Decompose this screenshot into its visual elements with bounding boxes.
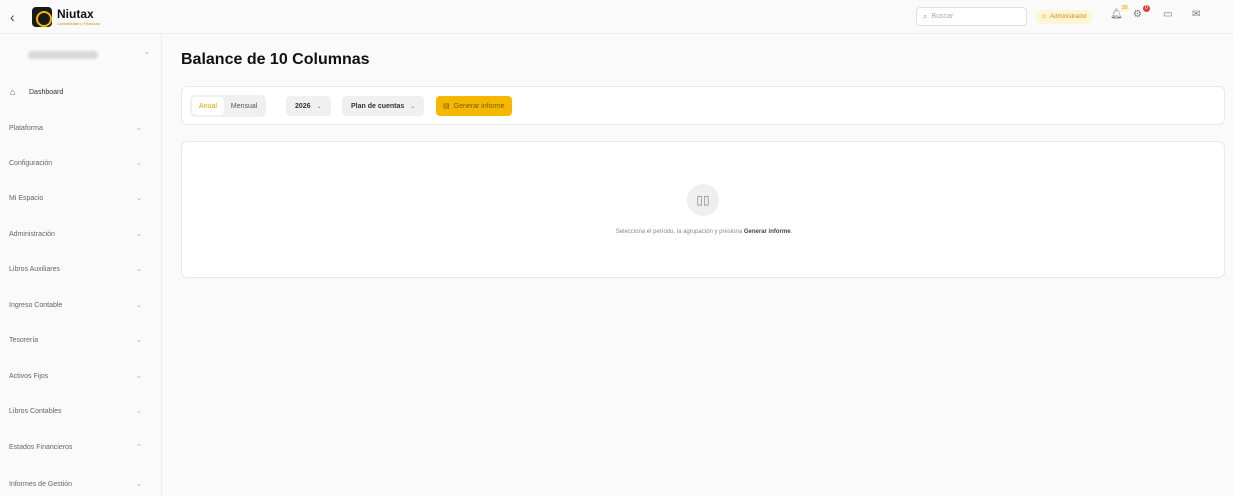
role-label: Administrador: [1050, 14, 1088, 20]
period-option-anual[interactable]: Anual: [192, 97, 224, 115]
sidebar-item-libros-auxiliares[interactable]: Libros Auxiliares ⌄: [0, 259, 162, 279]
sidebar-item-mi-espacio[interactable]: Mi Espacio ⌄: [0, 188, 162, 208]
sidebar-item-label: Administración: [9, 230, 55, 238]
plan-label: Plan de cuentas: [351, 102, 405, 110]
chevron-down-icon: ⌄: [136, 302, 142, 309]
chevron-down-icon: ⌄: [136, 373, 142, 380]
page-title: Balance de 10 Columnas: [181, 51, 370, 68]
alerts-badge: 0: [1143, 5, 1150, 12]
sidebar-item-label: Libros Auxiliares: [9, 265, 60, 273]
sidebar-item-activos-fijos[interactable]: Activos Fijos ⌄: [0, 366, 162, 386]
logo-icon: [32, 6, 52, 27]
empty-state-text: Selecciona el período, la agrupación y p…: [182, 229, 1226, 235]
sidebar-item-libros-contables[interactable]: Libros Contables ⌄: [0, 401, 162, 421]
role-badge[interactable]: ☺ Administrador: [1036, 10, 1093, 24]
period-option-mensual[interactable]: Mensual: [224, 97, 264, 115]
year-select[interactable]: 2026 ⌄: [286, 96, 331, 116]
chevron-down-icon: ⌄: [136, 231, 142, 238]
sidebar-item-dashboard[interactable]: ⌂ Dashboard: [0, 82, 162, 102]
chevron-down-icon: ⌄: [136, 160, 142, 167]
chevron-down-icon: ⌄: [136, 337, 142, 344]
sidebar-item-label: Ingreso Contable: [9, 301, 63, 309]
period-toggle: Anual Mensual: [190, 95, 267, 117]
brand-tagline: Contabilidad y Finanzas: [57, 20, 100, 26]
brand: Niutax Contabilidad y Finanzas: [57, 8, 100, 26]
search-input[interactable]: ⌕ Buscar: [916, 7, 1027, 26]
company-selector[interactable]: [28, 51, 98, 59]
chevron-down-icon: ⌄: [136, 408, 142, 415]
mail-icon[interactable]: ✉︎: [1192, 9, 1200, 20]
sidebar-item-label: Plataforma: [9, 124, 43, 132]
sidebar-item-label: Configuración: [9, 159, 53, 167]
empty-text-suffix: .: [790, 229, 793, 235]
generate-label: Generar informe: [453, 102, 505, 110]
sidebar-item-label: Libros Contables: [9, 407, 62, 415]
chevron-down-icon: ⌄: [136, 481, 142, 488]
chevron-down-icon: ⌄: [316, 103, 322, 110]
table-icon: ▤: [443, 103, 450, 110]
book-icon: ▯▯: [687, 184, 719, 216]
sidebar-item-label: Dashboard: [29, 88, 64, 96]
empty-text-prefix: Selecciona el período, la agrupación y p…: [615, 229, 743, 235]
home-icon: ⌂: [10, 87, 16, 97]
sidebar-item-plataforma[interactable]: Plataforma ⌄: [0, 118, 162, 138]
sidebar-item-tesoreria[interactable]: Tesorería ⌄: [0, 330, 162, 350]
year-value: 2026: [295, 102, 311, 110]
empty-state: ▯▯ Selecciona el período, la agrupación …: [181, 141, 1225, 278]
back-icon[interactable]: ‹: [10, 9, 24, 25]
sidebar-item-estados-financieros[interactable]: Estados Financieros ⌃: [0, 437, 162, 457]
top-bar: ‹ Niutax Contabilidad y Finanzas ⌕ Busca…: [0, 0, 1233, 34]
chevron-down-icon: ⌄: [136, 266, 142, 273]
brand-name: Niutax: [57, 6, 94, 21]
empty-text-bold: Generar informe: [743, 229, 791, 235]
chevron-down-icon: ⌄: [410, 103, 416, 110]
plan-select[interactable]: Plan de cuentas ⌄: [342, 96, 425, 116]
search-icon: ⌕: [923, 11, 928, 21]
sidebar-item-label: Estados Financieros: [9, 443, 73, 451]
chevron-down-icon: ⌄: [136, 195, 142, 202]
chevron-up-icon: ⌃: [136, 444, 142, 451]
sidebar-item-label: Tesorería: [9, 336, 39, 344]
user-icon: ☺: [1041, 14, 1048, 20]
chevron-down-icon: ⌄: [136, 125, 142, 132]
generate-report-button[interactable]: ▤ Generar informe: [436, 96, 512, 116]
filter-bar: Anual Mensual 2026 ⌄ Plan de cuentas ⌄ ▤…: [181, 86, 1225, 125]
search-placeholder: Buscar: [931, 13, 954, 20]
sidebar-item-informes-de-gestion[interactable]: Informes de Gestión ⌄: [0, 474, 162, 494]
sidebar-item-ingreso-contable[interactable]: Ingreso Contable ⌄: [0, 295, 162, 315]
sidebar-item-label: Activos Fijos: [9, 372, 49, 380]
sidebar-item-label: Informes de Gestión: [9, 480, 73, 488]
notifications-badge: 30: [1120, 5, 1130, 12]
clipboard-icon[interactable]: ▭: [1163, 9, 1172, 20]
settings-icon[interactable]: ⚙︎: [1133, 9, 1142, 20]
sidebar-item-administracion[interactable]: Administración ⌄: [0, 224, 162, 244]
sidebar: ⌄ ⌂ Dashboard Plataforma ⌄ Configuración…: [0, 34, 162, 496]
chevron-down-icon[interactable]: ⌄: [144, 48, 150, 56]
sidebar-item-configuracion[interactable]: Configuración ⌄: [0, 153, 162, 173]
sidebar-item-label: Mi Espacio: [9, 194, 44, 202]
